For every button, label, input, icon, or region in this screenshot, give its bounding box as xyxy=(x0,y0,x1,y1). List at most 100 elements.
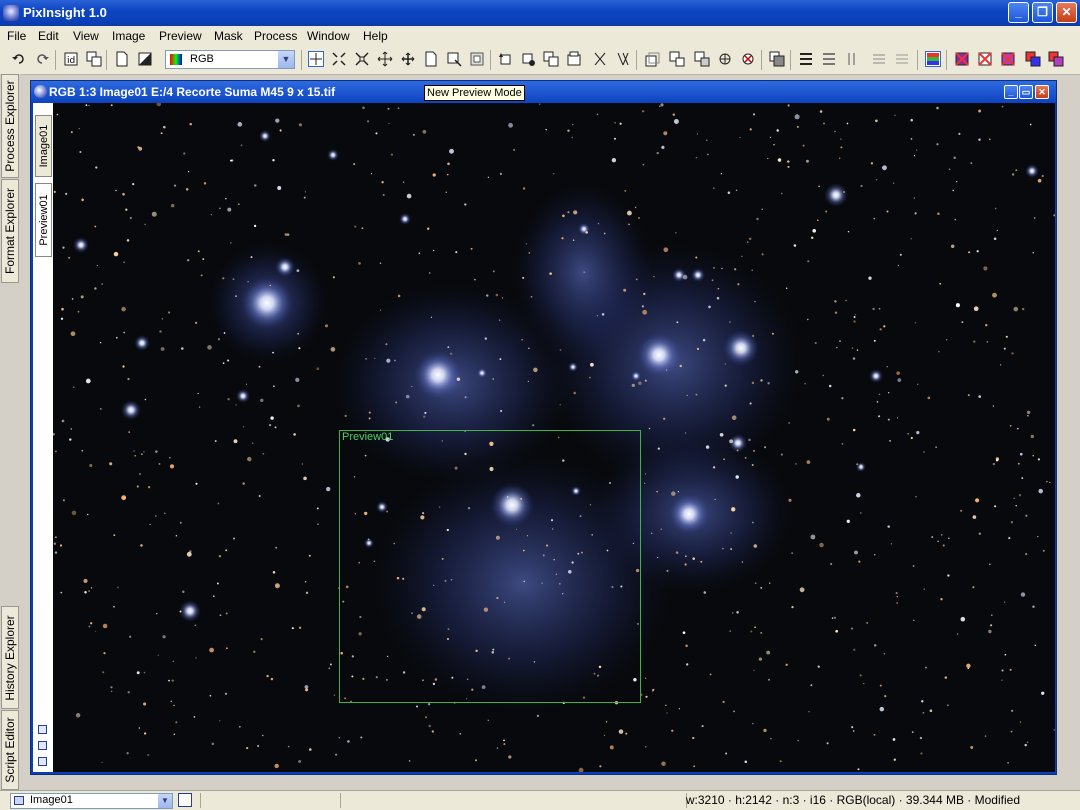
faint-star xyxy=(736,449,739,452)
faint-star xyxy=(127,377,130,381)
resample-icon[interactable] xyxy=(543,51,559,67)
view-checkbox-icon[interactable] xyxy=(38,741,47,750)
format-explorer-tab[interactable]: Format Explorer xyxy=(1,179,19,283)
mask-remove-icon[interactable] xyxy=(740,51,756,67)
stf-blue-icon[interactable] xyxy=(1000,51,1016,67)
faint-star xyxy=(657,447,660,450)
faint-star xyxy=(953,156,956,159)
channel-blue-icon[interactable] xyxy=(846,51,862,67)
stf-red-icon[interactable] xyxy=(954,51,970,67)
menu-help[interactable]: Help xyxy=(363,29,388,43)
channel-lum-icon[interactable] xyxy=(871,51,887,67)
redo-icon[interactable] xyxy=(34,51,50,67)
script-editor-tab[interactable]: Script Editor xyxy=(1,710,19,790)
stf-auto-icon[interactable] xyxy=(925,51,941,67)
image-restore-button[interactable]: ▭ xyxy=(1019,85,1033,99)
faint-star xyxy=(634,206,637,209)
faint-star xyxy=(368,417,371,420)
faint-star xyxy=(1003,347,1006,350)
faint-star xyxy=(822,374,825,377)
faint-star xyxy=(886,365,889,368)
zoom-in-icon[interactable] xyxy=(331,51,347,67)
faint-star xyxy=(897,378,902,382)
history-explorer-tab[interactable]: History Explorer xyxy=(1,606,19,709)
channel-green-icon[interactable] xyxy=(821,51,837,67)
edit-preview-icon[interactable] xyxy=(446,51,462,67)
stf-green-icon[interactable] xyxy=(977,51,993,67)
channel-red-icon[interactable] xyxy=(798,51,814,67)
duplicate-icon[interactable] xyxy=(86,51,102,67)
faint-star xyxy=(1037,535,1039,538)
faint-star xyxy=(254,184,257,187)
faint-star xyxy=(562,214,565,218)
color-space-value: RGB xyxy=(190,53,214,65)
color-space-select[interactable]: RGB ▼ xyxy=(165,50,295,69)
menu-mask[interactable]: Mask xyxy=(214,29,243,43)
menu-image[interactable]: Image xyxy=(112,29,145,43)
faint-star xyxy=(852,357,856,360)
faint-star xyxy=(707,153,709,156)
process-explorer-tab[interactable]: Process Explorer xyxy=(1,74,19,178)
channel-alpha-icon[interactable] xyxy=(894,51,910,67)
maximize-button[interactable]: ❐ xyxy=(1032,2,1053,23)
menu-edit[interactable]: Edit xyxy=(38,29,59,43)
preview01-rectangle[interactable] xyxy=(339,430,641,703)
mask-enable-icon[interactable] xyxy=(717,51,733,67)
mask-show-icon[interactable] xyxy=(694,51,710,67)
mask-select-icon[interactable] xyxy=(669,51,685,67)
image-window-title-bar[interactable]: RGB 1:3 Image01 E:/4 Recorte Suma M45 9 … xyxy=(31,81,1056,103)
faint-star xyxy=(912,565,915,567)
faint-star xyxy=(818,185,820,188)
view-checkbox-icon[interactable] xyxy=(38,725,47,734)
zoom-fit-icon[interactable] xyxy=(400,51,416,67)
pan-icon[interactable] xyxy=(377,51,393,67)
mirror-vertical-icon[interactable] xyxy=(615,51,631,67)
faint-star xyxy=(168,311,171,314)
menu-window[interactable]: Window xyxy=(307,29,350,43)
stf-reset-icon[interactable] xyxy=(1048,51,1064,67)
menu-file[interactable]: File xyxy=(7,29,26,43)
faint-star xyxy=(151,211,157,217)
new-preview-mode-icon[interactable] xyxy=(423,51,439,67)
image-minimize-button[interactable]: _ xyxy=(1004,85,1018,99)
view-select[interactable]: Image01 ▼ xyxy=(10,793,173,809)
faint-star xyxy=(238,725,241,728)
readout-mode-icon[interactable] xyxy=(308,51,324,67)
faint-star xyxy=(986,341,989,343)
chevron-down-icon[interactable]: ▼ xyxy=(278,51,294,68)
faint-star xyxy=(875,119,878,123)
faint-star xyxy=(360,736,363,739)
image-info-icon[interactable]: id xyxy=(63,51,79,67)
mask-invert-icon[interactable] xyxy=(769,51,785,67)
faint-star xyxy=(1046,480,1048,483)
image-close-button[interactable]: ✕ xyxy=(1035,85,1049,99)
faint-star xyxy=(883,652,886,655)
rotate-left-icon[interactable] xyxy=(497,51,513,67)
faint-star xyxy=(305,591,309,594)
close-button[interactable]: ✕ xyxy=(1056,2,1077,23)
faint-star xyxy=(155,450,158,453)
undo-icon[interactable] xyxy=(11,51,27,67)
new-image-icon[interactable] xyxy=(114,51,130,67)
stf-link-icon[interactable] xyxy=(1025,51,1041,67)
mirror-horizontal-icon[interactable] xyxy=(592,51,608,67)
faint-star xyxy=(716,296,720,300)
chevron-down-icon[interactable]: ▼ xyxy=(158,794,172,808)
faint-star xyxy=(382,193,385,197)
mask-new-icon[interactable] xyxy=(644,51,660,67)
rotate-right-icon[interactable] xyxy=(520,51,536,67)
zoom-out-icon[interactable] xyxy=(354,51,370,67)
fit-preview-icon[interactable] xyxy=(469,51,485,67)
image01-tab[interactable]: Image01 xyxy=(35,115,52,177)
preview01-tab[interactable]: Preview01 xyxy=(35,183,52,257)
view-checkbox-icon[interactable] xyxy=(38,757,47,766)
minimize-button[interactable]: _ xyxy=(1008,2,1029,23)
menu-preview[interactable]: Preview xyxy=(159,29,202,43)
faint-star xyxy=(603,232,606,235)
invert-icon[interactable] xyxy=(137,51,153,67)
menu-process[interactable]: Process xyxy=(254,29,297,43)
crop-icon[interactable] xyxy=(566,51,582,67)
view-info-icon[interactable] xyxy=(178,793,192,807)
faint-star xyxy=(729,439,734,444)
menu-view[interactable]: View xyxy=(73,29,99,43)
